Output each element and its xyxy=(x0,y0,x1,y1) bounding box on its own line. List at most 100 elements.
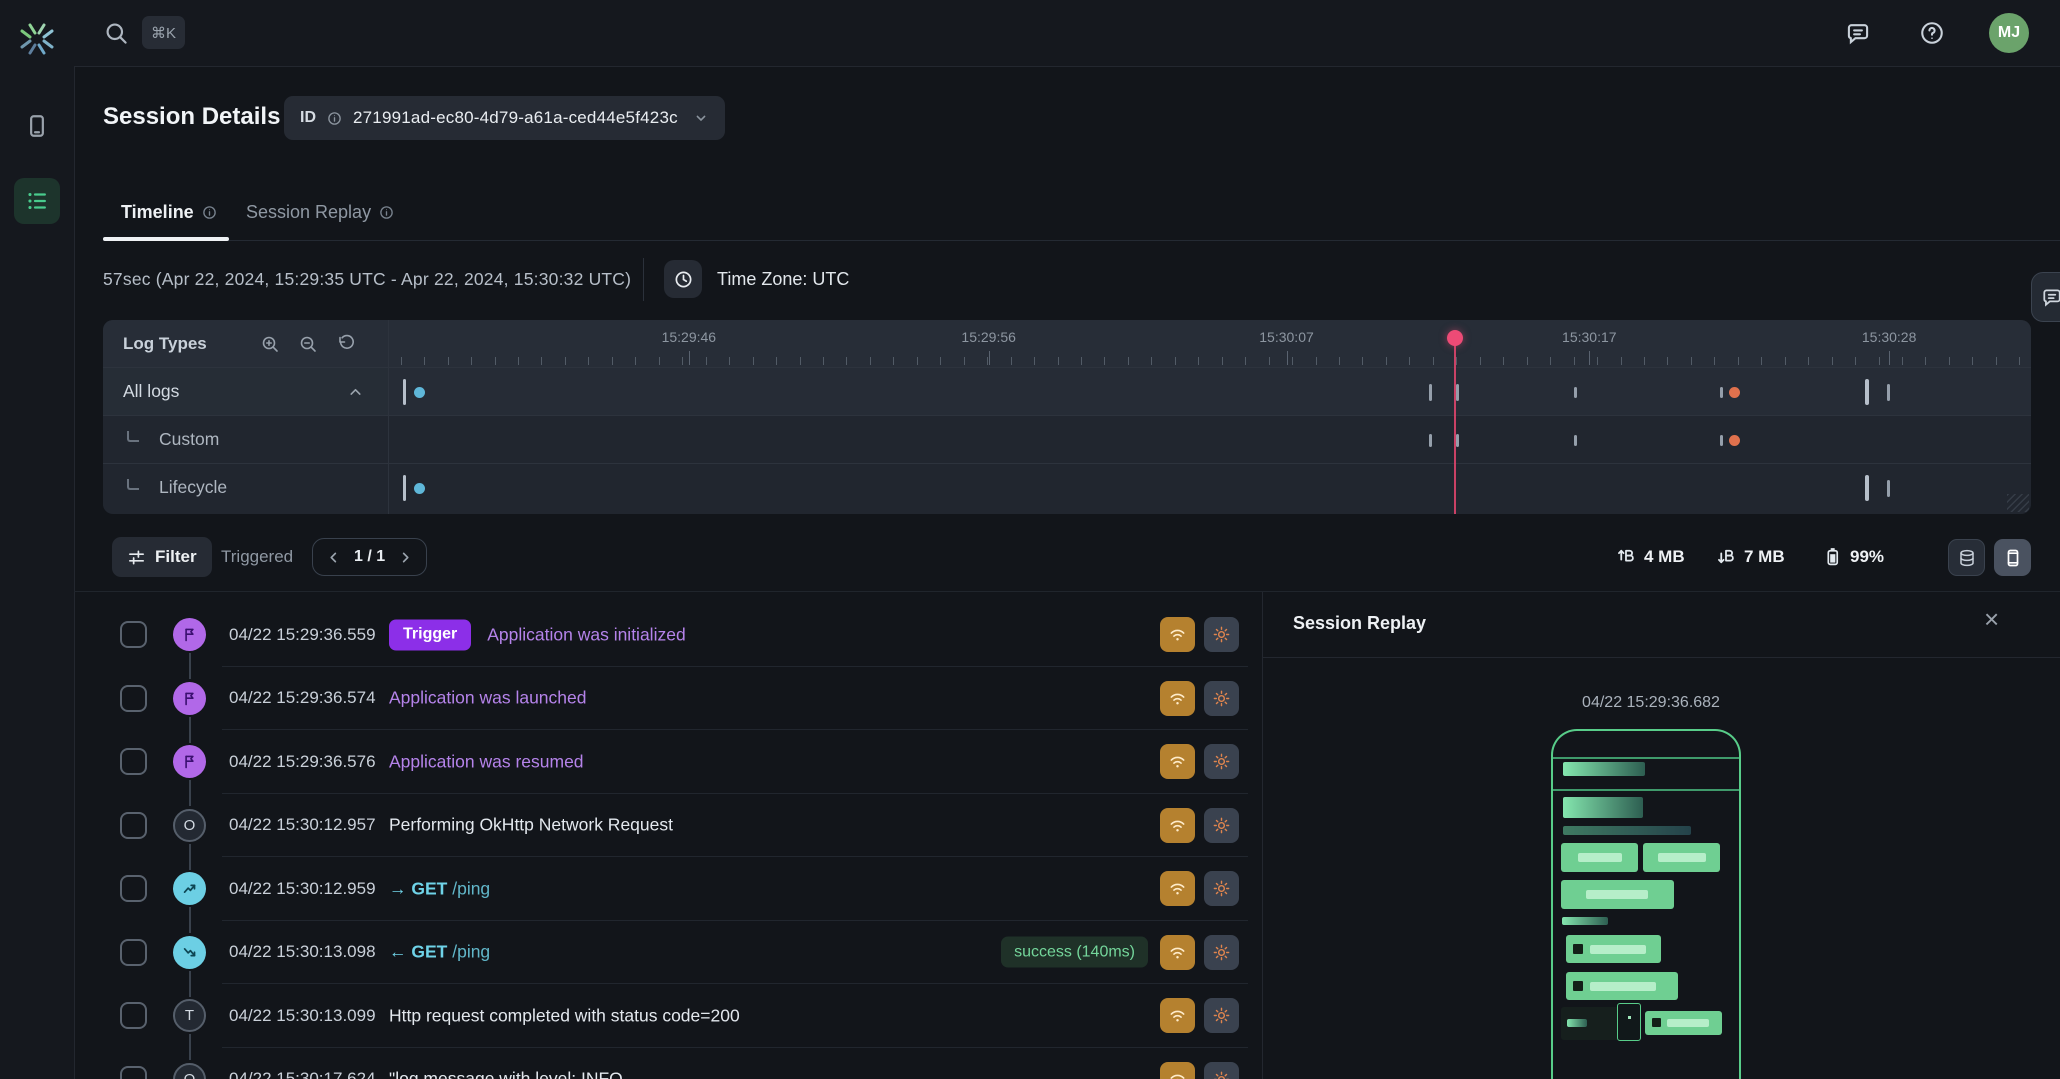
row-checkbox[interactable] xyxy=(120,685,147,712)
log-event-marker[interactable] xyxy=(1865,475,1869,501)
log-type-row-all-logs[interactable]: All logs xyxy=(103,367,388,415)
log-event-marker[interactable] xyxy=(403,379,406,405)
log-details-button[interactable] xyxy=(1204,744,1239,779)
log-message[interactable]: "log message with level: INFO xyxy=(389,1069,623,1079)
log-message[interactable]: Application was resumed xyxy=(389,751,584,772)
help-icon[interactable] xyxy=(1919,20,1945,46)
row-checkbox[interactable] xyxy=(120,621,147,648)
feedback-icon[interactable] xyxy=(1845,20,1871,46)
row-checkbox[interactable] xyxy=(120,812,147,839)
log-event-dot[interactable] xyxy=(1729,435,1740,446)
log-message[interactable]: Application was initialized xyxy=(487,624,685,645)
log-type-row-lifecycle[interactable]: Lifecycle xyxy=(103,463,388,511)
network-details-button[interactable] xyxy=(1160,871,1195,906)
embrace-logo[interactable] xyxy=(17,19,57,59)
log-row[interactable]: T04/22 15:30:13.099Http request complete… xyxy=(74,984,1262,1048)
log-content[interactable]: Application was launched xyxy=(389,688,587,709)
log-content[interactable]: → GET /ping xyxy=(389,878,490,899)
resize-grip[interactable] xyxy=(2007,494,2029,512)
log-details-button[interactable] xyxy=(1204,808,1239,843)
session-id-selector[interactable]: ID 271991ad-ec80-4d79-a61a-ced44e5f423c xyxy=(284,96,725,140)
timeline-chart[interactable]: 15:29:4615:29:5615:30:0715:30:1715:30:28 xyxy=(389,320,2031,514)
log-details-button[interactable] xyxy=(1204,681,1239,716)
log-details-button[interactable] xyxy=(1204,998,1239,1033)
log-message[interactable]: Performing OkHttp Network Request xyxy=(389,815,673,836)
network-details-button[interactable] xyxy=(1160,808,1195,843)
log-row[interactable]: 04/22 15:30:12.959→ GET /ping xyxy=(74,857,1262,921)
tab-session-replay[interactable]: Session Replay xyxy=(246,202,394,223)
log-event-dot[interactable] xyxy=(414,387,425,398)
log-event-marker[interactable] xyxy=(1429,384,1432,401)
row-checkbox[interactable] xyxy=(120,1002,147,1029)
log-row[interactable]: 04/22 15:30:13.098← GET /pingsuccess (14… xyxy=(74,921,1262,985)
log-message[interactable]: Http request completed with status code=… xyxy=(389,1005,740,1026)
row-checkbox[interactable] xyxy=(120,1066,147,1079)
log-content[interactable]: Performing OkHttp Network Request xyxy=(389,815,673,836)
reset-zoom-icon[interactable] xyxy=(336,334,356,354)
log-row[interactable]: 04/22 15:29:36.574Application was launch… xyxy=(74,667,1262,731)
request-method: GET xyxy=(411,878,447,898)
log-details-button[interactable] xyxy=(1204,1062,1239,1079)
timeline-track-all-logs[interactable] xyxy=(389,367,2031,415)
log-event-marker[interactable] xyxy=(1720,387,1723,398)
device-toggle-button[interactable] xyxy=(1994,539,2031,576)
log-event-dot[interactable] xyxy=(1729,387,1740,398)
sidebar-item-sessions[interactable] xyxy=(14,103,60,149)
log-row[interactable]: O04/22 15:30:17.624"log message with lev… xyxy=(74,1048,1262,1079)
log-row[interactable]: 04/22 15:29:36.559TriggerApplication was… xyxy=(74,603,1262,667)
chevron-right-icon[interactable] xyxy=(398,550,413,565)
zoom-out-icon[interactable] xyxy=(298,334,318,354)
log-content[interactable]: TriggerApplication was initialized xyxy=(389,619,686,650)
chevron-up-icon[interactable] xyxy=(347,383,364,400)
storage-toggle-button[interactable] xyxy=(1948,539,1985,576)
sidebar-item-logs[interactable] xyxy=(14,178,60,224)
network-details-button[interactable] xyxy=(1160,1062,1195,1079)
log-event-marker[interactable] xyxy=(1887,384,1890,401)
log-event-marker[interactable] xyxy=(1429,434,1432,447)
timeline-track-lifecycle[interactable] xyxy=(389,463,2031,511)
log-row[interactable]: 04/22 15:29:36.576Application was resume… xyxy=(74,730,1262,794)
row-checkbox[interactable] xyxy=(120,939,147,966)
filter-button[interactable]: Filter xyxy=(112,537,212,577)
search-icon[interactable] xyxy=(104,21,128,45)
log-event-marker[interactable] xyxy=(1574,387,1577,398)
log-message[interactable]: Application was launched xyxy=(389,688,587,709)
log-event-marker[interactable] xyxy=(1887,480,1890,497)
log-details-button[interactable] xyxy=(1204,935,1239,970)
log-content[interactable]: ← GET /ping xyxy=(389,942,490,963)
log-event-marker[interactable] xyxy=(403,475,406,501)
axis-minor-tick xyxy=(1902,357,1903,365)
close-icon[interactable]: × xyxy=(1984,606,1999,632)
zoom-in-icon[interactable] xyxy=(260,334,280,354)
tab-timeline[interactable]: Timeline xyxy=(121,202,217,223)
timeline-track-custom[interactable] xyxy=(389,415,2031,463)
playhead-line[interactable] xyxy=(1454,338,1456,514)
log-details-button[interactable] xyxy=(1204,617,1239,652)
network-details-button[interactable] xyxy=(1160,617,1195,652)
log-event-marker[interactable] xyxy=(1720,435,1723,446)
log-event-dot[interactable] xyxy=(414,483,425,494)
row-checkbox[interactable] xyxy=(120,748,147,775)
chevron-left-icon[interactable] xyxy=(326,550,341,565)
user-avatar[interactable]: MJ xyxy=(1989,13,2029,53)
log-row[interactable]: O04/22 15:30:12.957Performing OkHttp Net… xyxy=(74,794,1262,858)
log-event-marker[interactable] xyxy=(1865,379,1869,405)
search-shortcut-badge[interactable]: ⌘K xyxy=(142,16,185,49)
log-type-row-custom[interactable]: Custom xyxy=(103,415,388,463)
row-checkbox[interactable] xyxy=(120,875,147,902)
session-replay-phone-preview[interactable] xyxy=(1551,729,1741,1079)
log-content[interactable]: Http request completed with status code=… xyxy=(389,1005,740,1026)
child-indent-icon xyxy=(127,479,139,490)
timezone-button[interactable] xyxy=(664,260,702,298)
log-details-button[interactable] xyxy=(1204,871,1239,906)
log-event-marker[interactable] xyxy=(1574,435,1577,446)
feedback-side-button[interactable] xyxy=(2031,272,2060,322)
network-details-button[interactable] xyxy=(1160,998,1195,1033)
log-message[interactable]: ← GET /ping xyxy=(389,942,490,963)
network-details-button[interactable] xyxy=(1160,935,1195,970)
network-details-button[interactable] xyxy=(1160,681,1195,716)
log-content[interactable]: Application was resumed xyxy=(389,751,584,772)
network-details-button[interactable] xyxy=(1160,744,1195,779)
log-content[interactable]: "log message with level: INFO xyxy=(389,1069,623,1079)
log-message[interactable]: → GET /ping xyxy=(389,878,490,899)
